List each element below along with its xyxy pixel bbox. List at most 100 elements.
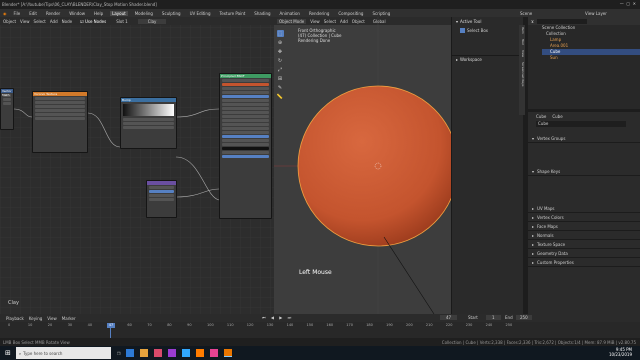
menu-file[interactable]: File — [12, 11, 23, 16]
node-field[interactable] — [222, 99, 269, 102]
tab-screencast-keys[interactable]: Screencast Keys — [521, 60, 525, 89]
node-field[interactable] — [222, 155, 269, 158]
node-field[interactable] — [222, 131, 269, 134]
playhead[interactable]: 47 — [107, 323, 115, 328]
section-uv-maps[interactable]: ▸ UV Maps — [528, 204, 640, 213]
node-field[interactable] — [35, 109, 85, 112]
node-field[interactable] — [222, 107, 269, 110]
tab-shading[interactable]: Shading — [252, 11, 272, 16]
node-bump[interactable]: Bump — [120, 97, 177, 149]
node-field[interactable] — [222, 79, 269, 82]
app-icon[interactable] — [140, 349, 149, 357]
section-vertex-groups[interactable]: ▾ Vertex Groups — [528, 134, 640, 143]
taskbar-search[interactable]: ⌕ Type here to search — [15, 347, 111, 359]
node-field[interactable] — [222, 115, 269, 118]
tab-layout[interactable]: Layout — [110, 10, 128, 16]
node-field[interactable] — [35, 97, 85, 100]
tl-menu-playback[interactable]: Playback — [6, 316, 24, 321]
tab-modeling[interactable]: Modeling — [133, 11, 155, 16]
scene-selector[interactable]: Scene — [520, 11, 532, 16]
app-icon[interactable] — [126, 349, 135, 357]
timeline[interactable]: Playback Keying View Marker ⏮ ◀ ▶ ⏭ 47 S… — [0, 314, 640, 338]
blender-logo-icon[interactable]: ◉ — [3, 11, 7, 16]
app-icon[interactable] — [168, 349, 177, 357]
window-controls[interactable]: — ▢ ✕ — [620, 1, 636, 6]
section-vertex-colors[interactable]: ▸ Vertex Colors — [528, 213, 640, 222]
menu-edit[interactable]: Edit — [27, 11, 39, 16]
node-field[interactable] — [222, 95, 269, 98]
end-frame-field[interactable]: 250 — [516, 315, 532, 320]
node-field[interactable] — [123, 122, 174, 125]
outliner-search[interactable] — [536, 18, 587, 24]
tab-rendering[interactable]: Rendering — [307, 11, 331, 16]
section-normals[interactable]: ▸ Normals — [528, 231, 640, 240]
app-icon[interactable] — [196, 349, 205, 357]
node-field[interactable] — [222, 127, 269, 130]
active-tool-header[interactable]: ▾ Active Tool — [452, 17, 523, 25]
node-field[interactable] — [149, 198, 174, 201]
section-shape-keys[interactable]: ▾ Shape Keys — [528, 167, 640, 176]
node-field[interactable] — [149, 194, 174, 197]
node-field[interactable] — [222, 151, 269, 154]
filter-icon[interactable]: ⊻ — [531, 19, 534, 24]
node-field[interactable] — [123, 118, 174, 121]
menu-help[interactable]: Help — [92, 11, 105, 16]
node-field[interactable] — [222, 147, 269, 150]
tab-tool[interactable]: Tool — [521, 37, 525, 47]
tab-scripting[interactable]: Scripting — [370, 11, 392, 16]
mesh-name-field[interactable]: Cube — [536, 121, 626, 127]
node-field[interactable] — [222, 135, 269, 138]
tab-compositing[interactable]: Compositing — [336, 11, 365, 16]
section-custom-properties[interactable]: ▸ Custom Properties — [528, 258, 640, 267]
node-field[interactable] — [35, 101, 85, 104]
start-frame-field[interactable]: 1 — [486, 315, 501, 320]
node-field[interactable] — [3, 98, 11, 101]
node-field[interactable] — [222, 111, 269, 114]
app-icon[interactable] — [210, 349, 219, 357]
app-icon[interactable] — [154, 349, 163, 357]
color-ramp-bar[interactable] — [123, 104, 174, 116]
node-field[interactable] — [35, 105, 85, 108]
view-layer-selector[interactable]: View Layer — [585, 11, 607, 16]
node-field[interactable] — [3, 102, 11, 105]
tab-animation[interactable]: Animation — [278, 11, 302, 16]
node-field[interactable] — [222, 139, 269, 142]
tab-view[interactable]: View — [521, 48, 525, 59]
menu-window[interactable]: Window — [67, 11, 87, 16]
select-box-option[interactable]: Select Box — [452, 25, 523, 35]
node-small[interactable] — [146, 180, 177, 218]
current-frame-field[interactable]: 47 — [440, 315, 458, 320]
playback-controls[interactable]: ⏮ ◀ ▶ ⏭ — [262, 315, 293, 320]
app-icon[interactable] — [182, 349, 191, 357]
node-field[interactable] — [35, 117, 85, 120]
node-field[interactable] — [222, 123, 269, 126]
node-voronoi-texture[interactable]: Voronoi Texture — [32, 91, 88, 153]
system-clock[interactable]: 9:45 PM 10/23/2019 — [609, 347, 632, 357]
node-field[interactable] — [222, 103, 269, 106]
tl-menu-view[interactable]: View — [47, 316, 57, 321]
blender-taskbar-icon[interactable] — [224, 349, 233, 357]
node-vector-math[interactable]: Vector Math — [0, 88, 14, 130]
tl-menu-marker[interactable]: Marker — [62, 316, 76, 321]
node-principled-bsdf[interactable]: Principled BSDF — [219, 73, 272, 219]
node-field[interactable] — [222, 119, 269, 122]
node-field[interactable] — [222, 87, 269, 90]
node-field[interactable] — [149, 186, 174, 189]
base-color-field[interactable] — [222, 83, 269, 86]
workspace-header[interactable]: ▸ Workspace — [452, 55, 523, 63]
tab-item[interactable]: Item — [521, 25, 525, 36]
node-field[interactable] — [123, 126, 174, 129]
outliner-item-sun[interactable]: Sun — [542, 55, 640, 61]
menu-render[interactable]: Render — [44, 11, 62, 16]
tab-sculpting[interactable]: Sculpting — [160, 11, 183, 16]
section-texture-space[interactable]: ▸ Texture Space — [528, 240, 640, 249]
tl-menu-keying[interactable]: Keying — [29, 316, 42, 321]
section-face-maps[interactable]: ▸ Face Maps — [528, 222, 640, 231]
section-geometry-data[interactable]: ▸ Geometry Data — [528, 249, 640, 258]
node-field[interactable] — [222, 143, 269, 146]
tab-uv-editing[interactable]: UV Editing — [188, 11, 213, 16]
node-field[interactable] — [35, 113, 85, 116]
windows-start-icon[interactable]: ⊞ — [0, 349, 16, 357]
clay-sphere[interactable] — [297, 85, 451, 247]
task-view-icon[interactable]: ❐ — [117, 351, 121, 356]
